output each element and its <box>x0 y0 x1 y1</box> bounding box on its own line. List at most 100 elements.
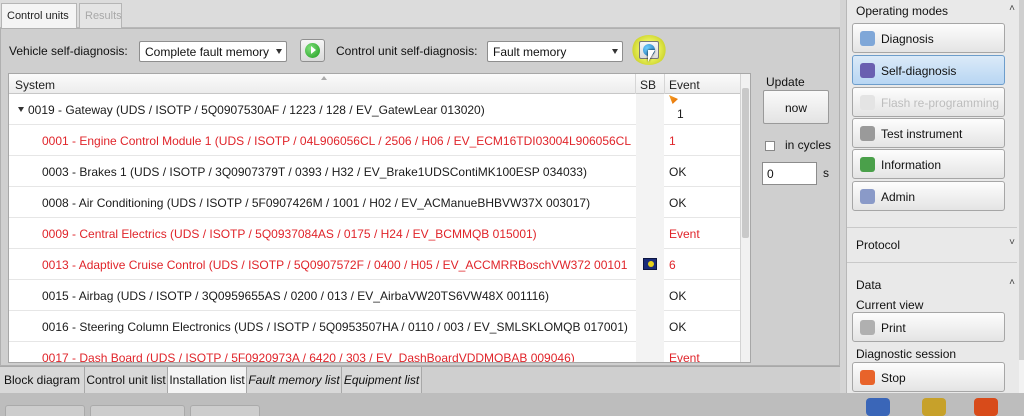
table-row[interactable]: 0009 - Central Electrics (UDS / ISOTP / … <box>9 218 742 249</box>
mode-information-button[interactable]: Information <box>852 149 1005 179</box>
column-header-sb[interactable]: SB <box>640 78 656 92</box>
section-divider <box>847 227 1017 228</box>
update-panel: Update now in cycles 0 s <box>755 73 835 193</box>
table-scrollbar[interactable] <box>740 74 750 362</box>
expand-down-icon[interactable]: ˅ <box>1009 237 1015 248</box>
right-side-panel: Operating modes ˄ Diagnosis Self-diagnos… <box>846 0 1024 393</box>
tab-results[interactable]: Results <box>79 3 122 28</box>
green-arrow-icon <box>305 43 320 58</box>
row-system: 0009 - Central Electrics (UDS / ISOTP / … <box>42 227 537 241</box>
data-title: Data <box>856 278 882 292</box>
print-button[interactable]: Print <box>852 312 1005 342</box>
mode-label: Test instrument <box>881 127 963 141</box>
row-event: OK <box>669 165 687 179</box>
row-system: 0016 - Steering Column Electronics (UDS … <box>42 320 628 334</box>
gauge-icon <box>860 126 875 141</box>
bottom-toolbar-button[interactable] <box>190 405 260 416</box>
stop-label: Stop <box>881 371 906 385</box>
data-header[interactable]: Data ˄ <box>847 274 1017 296</box>
top-tab-bar: Control units Results <box>0 0 840 28</box>
chevron-down-icon <box>276 49 282 54</box>
stop-icon <box>860 370 875 385</box>
operating-modes-title: Operating modes <box>856 4 949 18</box>
row-sb-cell <box>636 94 664 125</box>
row-sb-cell <box>636 156 664 187</box>
mode-label: Self-diagnosis <box>881 64 957 78</box>
start-vehicle-diagnosis-button[interactable] <box>300 39 325 62</box>
calendar-icon[interactable] <box>922 398 946 416</box>
row-system: 0017 - Dash Board (UDS / ISOTP / 5F09209… <box>42 351 575 363</box>
tab-control-units[interactable]: Control units <box>1 3 77 28</box>
exit-icon[interactable] <box>974 398 998 416</box>
table-row[interactable]: 0016 - Steering Column Electronics (UDS … <box>9 311 742 342</box>
mode-label: Admin <box>881 190 916 204</box>
protocol-header[interactable]: Protocol ˅ <box>847 234 1017 256</box>
control-unit-diagnosis-select[interactable]: Fault memory <box>487 41 623 62</box>
table-row[interactable]: 0019 - Gateway (UDS / ISOTP / 5Q0907530A… <box>9 94 742 125</box>
tab-fault-memory-list[interactable]: Fault memory list <box>247 367 342 393</box>
row-system: 0008 - Air Conditioning (UDS / ISOTP / 5… <box>42 196 591 210</box>
mode-test-instrument-button[interactable]: Test instrument <box>852 118 1005 148</box>
bottom-toolbar-button[interactable] <box>90 405 185 416</box>
row-system: 0013 - Adaptive Cruise Control (UDS / IS… <box>42 258 628 272</box>
expand-triangle-icon[interactable] <box>18 107 24 112</box>
in-cycles-checkbox[interactable] <box>765 141 775 151</box>
update-now-button[interactable]: now <box>763 90 829 124</box>
row-sb-cell <box>636 125 664 156</box>
row-event: 1 <box>669 134 676 148</box>
mode-diagnosis-button[interactable]: Diagnosis <box>852 23 1005 53</box>
tab-control-unit-list[interactable]: Control unit list <box>85 367 168 393</box>
tab-block-diagram[interactable]: Block diagram <box>0 367 85 393</box>
operating-modes-header[interactable]: Operating modes ˄ <box>847 0 1017 22</box>
back-icon[interactable] <box>866 398 890 416</box>
row-system: 0019 - Gateway (UDS / ISOTP / 5Q0907530A… <box>28 103 485 117</box>
mode-label: Flash re-programming <box>881 96 1000 110</box>
table-row[interactable]: 0001 - Engine Control Module 1 (UDS / IS… <box>9 125 742 156</box>
row-sb-cell <box>636 280 664 311</box>
row-system: 0003 - Brakes 1 (UDS / ISOTP / 3Q0907379… <box>42 165 587 179</box>
mode-label: Information <box>881 158 942 172</box>
table-header: System SB Event <box>9 74 742 94</box>
column-header-system[interactable]: System <box>15 78 55 92</box>
mode-flash-reprogramming-button: Flash re-programming <box>852 87 1005 117</box>
bottom-toolbar-button[interactable] <box>5 405 85 416</box>
stethoscope-icon <box>860 31 875 46</box>
tab-equipment-list[interactable]: Equipment list <box>342 367 422 393</box>
car-diagnosis-icon <box>860 63 875 78</box>
vehicle-diagnosis-select[interactable]: Complete fault memory <box>139 41 287 62</box>
mode-admin-button[interactable]: Admin <box>852 181 1005 211</box>
row-event: OK <box>669 196 687 210</box>
table-row[interactable]: 0003 - Brakes 1 (UDS / ISOTP / 3Q0907379… <box>9 156 742 187</box>
admin-gear-icon <box>860 189 875 204</box>
diagnostic-session-label: Diagnostic session <box>856 347 957 361</box>
row-sb-cell <box>636 218 664 249</box>
sort-arrow-icon <box>321 76 327 80</box>
collapse-up-icon[interactable]: ˄ <box>1009 3 1015 14</box>
table-row[interactable]: 0015 - Airbag (UDS / ISOTP / 3Q0959655AS… <box>9 280 742 311</box>
service-bulletin-icon[interactable] <box>643 258 657 270</box>
row-sb-cell <box>636 187 664 218</box>
mode-self-diagnosis-button[interactable]: Self-diagnosis <box>852 55 1005 85</box>
system-table: System SB Event 0019 - Gateway (UDS / IS… <box>8 73 751 363</box>
table-row[interactable]: 0013 - Adaptive Cruise Control (UDS / IS… <box>9 249 742 280</box>
stop-button[interactable]: Stop <box>852 362 1005 392</box>
vehicle-diagnosis-select-value: Complete fault memory <box>145 45 270 59</box>
collapse-up-icon[interactable]: ˄ <box>1009 277 1015 288</box>
flash-icon <box>860 95 875 110</box>
row-event: 1 <box>677 107 684 121</box>
table-row[interactable]: 0008 - Air Conditioning (UDS / ISOTP / 5… <box>9 187 742 218</box>
table-row[interactable]: 0017 - Dash Board (UDS / ISOTP / 5F09209… <box>9 342 742 363</box>
row-event: Event <box>669 351 700 363</box>
row-sb-cell <box>636 249 664 280</box>
tab-installation-list[interactable]: Installation list <box>168 367 247 393</box>
right-panel-scrollbar[interactable] <box>1019 0 1024 393</box>
row-event: Event <box>669 227 700 241</box>
cycle-seconds-input[interactable]: 0 <box>762 162 817 185</box>
row-event: OK <box>669 320 687 334</box>
control-unit-self-diagnosis-label: Control unit self-diagnosis: <box>336 44 478 58</box>
right-panel-scroll-thumb[interactable] <box>1019 0 1024 360</box>
current-view-label: Current view <box>856 298 924 312</box>
column-header-event[interactable]: Event <box>669 78 700 92</box>
table-scroll-thumb[interactable] <box>742 88 749 238</box>
control-unit-diagnosis-select-value: Fault memory <box>493 45 567 59</box>
